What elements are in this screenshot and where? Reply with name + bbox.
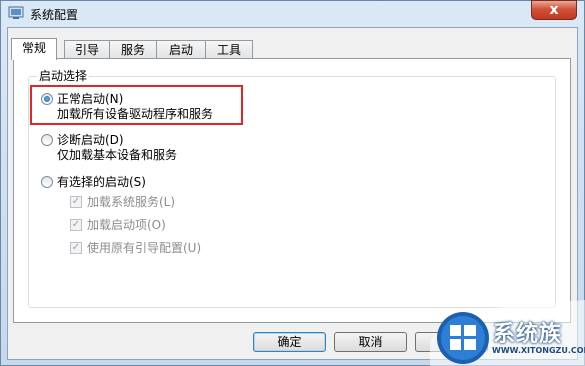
close-button[interactable]: x [531,0,577,20]
selective-startup-radio[interactable] [41,176,53,188]
title-bar[interactable]: 系统配置 [0,0,583,27]
use-original-boot-config-checkbox[interactable]: ✓ [70,242,82,254]
ok-button[interactable]: 确定 [253,332,326,352]
load-system-services-label[interactable]: 加载系统服务(L) [87,193,175,210]
tab-services[interactable]: 服务 [109,40,157,59]
tab-boot[interactable]: 引导 [64,40,110,59]
load-system-services-checkbox[interactable]: ✓ [70,196,82,208]
selective-startup-label[interactable]: 有选择的启动(S) [57,173,146,190]
diagnostic-startup-description: 仅加载基本设备和服务 [57,148,178,162]
highlight-annotation-box [30,85,243,125]
tab-tools[interactable]: 工具 [205,40,253,59]
cancel-button[interactable]: 取消 [334,332,407,352]
tab-startup[interactable]: 启动 [156,40,206,59]
diagnostic-startup-radio[interactable] [41,134,53,146]
use-original-boot-config-label[interactable]: 使用原有引导配置(U) [87,239,201,256]
startup-selection-title: 启动选择 [37,67,90,84]
load-startup-items-label[interactable]: 加载启动项(O) [87,216,166,233]
msconfig-app-icon [8,6,24,19]
watermark-text: 系统族 [493,322,563,347]
watermark-url: WWW.XITONGZU.COM [492,346,585,355]
tab-general[interactable]: 常规 [11,38,57,60]
load-startup-items-checkbox[interactable]: ✓ [70,219,82,231]
window-title: 系统配置 [30,8,79,22]
